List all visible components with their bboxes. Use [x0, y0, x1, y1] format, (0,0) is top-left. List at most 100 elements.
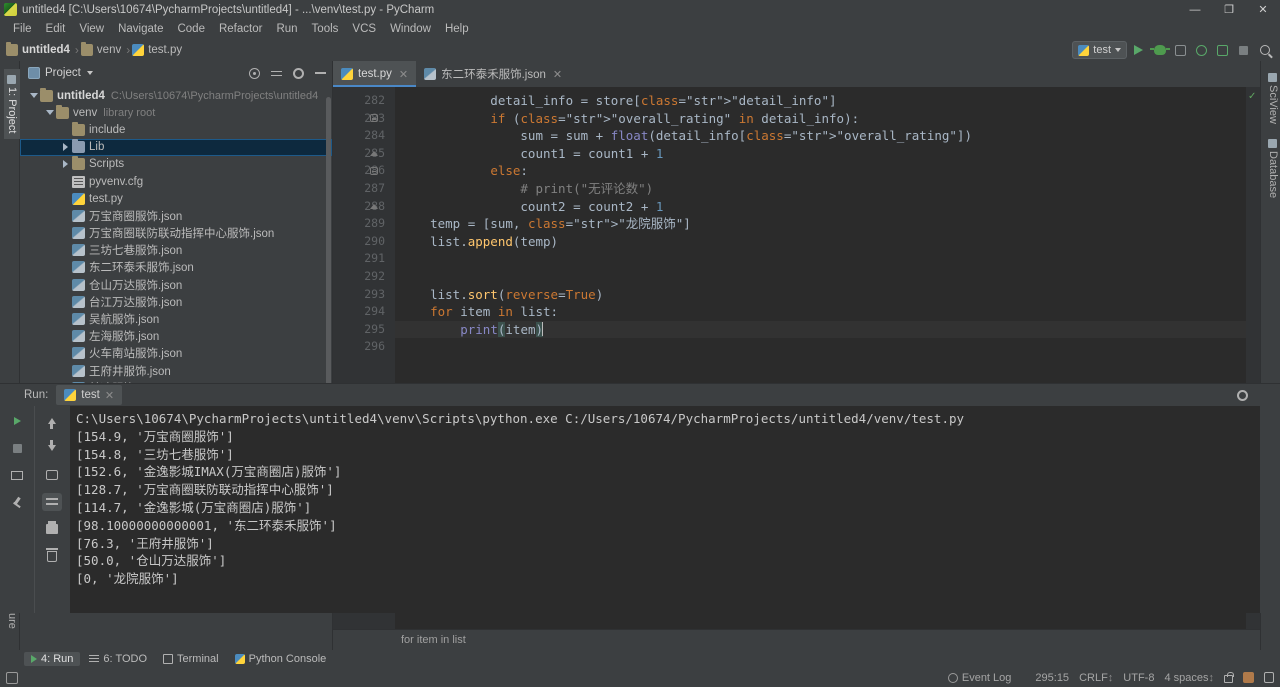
tree-item[interactable]: 东二环泰禾服饰.json: [20, 259, 332, 276]
debug-button[interactable]: [1149, 41, 1170, 60]
code-line[interactable]: # print("无评论数"): [395, 180, 1246, 198]
tree-item[interactable]: 火车南站服饰.json: [20, 345, 332, 362]
tree-item[interactable]: include: [20, 121, 332, 138]
menu-run[interactable]: Run: [269, 21, 304, 37]
indent-setting[interactable]: 4 spaces↕: [1164, 672, 1214, 684]
editor-tab-test-py[interactable]: test.py ✕: [333, 61, 417, 87]
menu-view[interactable]: View: [72, 21, 111, 37]
bottom-tab-run[interactable]: 4: Run: [24, 652, 81, 666]
code-line[interactable]: temp = [sum, class="str">"龙院服饰"]: [395, 215, 1246, 233]
menu-edit[interactable]: Edit: [39, 21, 73, 37]
breadcrumb-untitled4[interactable]: untitled4: [6, 42, 70, 56]
menu-code[interactable]: Code: [170, 21, 212, 37]
close-icon[interactable]: ✕: [105, 389, 114, 402]
select-opened-file-button[interactable]: [246, 65, 262, 81]
code-line[interactable]: for item in list:: [395, 303, 1246, 321]
code-line[interactable]: sum = sum + float(detail_info[class="str…: [395, 127, 1246, 145]
run-settings-button[interactable]: [1234, 387, 1250, 403]
sidebar-item-database[interactable]: Database: [1265, 133, 1280, 204]
chevron-down-icon[interactable]: [86, 71, 93, 75]
code-line[interactable]: print(item): [395, 320, 1246, 339]
print-output-button[interactable]: [7, 466, 27, 484]
pin-tab-button[interactable]: [7, 493, 27, 511]
run-button[interactable]: [1129, 41, 1148, 60]
fold-collapse-icon[interactable]: [368, 110, 379, 128]
chevron-down-icon[interactable]: [44, 107, 55, 118]
tree-item[interactable]: 王府井服饰.json: [20, 362, 332, 379]
tree-item[interactable]: Lib: [20, 138, 332, 156]
stop-button[interactable]: [7, 439, 27, 457]
bottom-tab-todo[interactable]: 6: TODO: [82, 652, 154, 666]
hand-cursor-icon[interactable]: [1243, 672, 1254, 683]
maximize-button[interactable]: ❐: [1212, 0, 1246, 19]
menu-window[interactable]: Window: [383, 21, 438, 37]
tree-item[interactable]: Scripts: [20, 156, 332, 173]
fold-collapse-icon[interactable]: [368, 162, 379, 180]
encoding[interactable]: UTF-8: [1123, 672, 1154, 684]
tree-item[interactable]: 吴航服饰.json: [20, 310, 332, 327]
chevron-down-icon[interactable]: [28, 90, 39, 101]
breadcrumb-venv[interactable]: venv: [80, 42, 121, 56]
search-everywhere-button[interactable]: [1255, 41, 1274, 60]
code-line[interactable]: list.append(temp): [395, 233, 1246, 251]
code-line[interactable]: else:: [395, 162, 1246, 180]
tree-item[interactable]: venv library root: [20, 104, 332, 121]
run-console-output[interactable]: C:\Users\10674\PycharmProjects\untitled4…: [70, 406, 1260, 613]
code-line[interactable]: [395, 250, 1246, 268]
menu-vcs[interactable]: VCS: [345, 21, 383, 37]
profile-button[interactable]: [1192, 41, 1211, 60]
breadcrumb-testpy[interactable]: test.py: [132, 44, 182, 56]
code-line[interactable]: detail_info = store[class="str">"detail_…: [395, 92, 1246, 110]
clear-all-button[interactable]: [42, 547, 62, 565]
close-button[interactable]: ✕: [1246, 0, 1280, 19]
settings-button[interactable]: [290, 65, 306, 81]
event-log-button[interactable]: Event Log: [947, 672, 1011, 684]
menu-refactor[interactable]: Refactor: [212, 21, 269, 37]
tree-item[interactable]: 万宝商圈联防联动指挥中心服饰.json: [20, 225, 332, 242]
coverage-button[interactable]: [1171, 41, 1190, 60]
tree-item[interactable]: 台江万达服饰.json: [20, 293, 332, 310]
code-line[interactable]: [395, 268, 1246, 286]
run-tab-test[interactable]: test ✕: [56, 385, 123, 405]
tree-item[interactable]: 左海服饰.json: [20, 328, 332, 345]
chevron-right-icon[interactable]: [60, 159, 71, 170]
menu-tools[interactable]: Tools: [305, 21, 346, 37]
menu-file[interactable]: File: [6, 21, 39, 37]
run-with-console-button[interactable]: [1213, 41, 1232, 60]
code-line[interactable]: list.sort(reverse=True): [395, 286, 1246, 304]
caret-position[interactable]: 295:15: [1035, 672, 1069, 684]
rerun-button[interactable]: [7, 412, 27, 430]
code-line[interactable]: if (class="str">"overall_rating" in deta…: [395, 110, 1246, 128]
menu-navigate[interactable]: Navigate: [111, 21, 170, 37]
menu-help[interactable]: Help: [438, 21, 476, 37]
editor-tab-json[interactable]: 东二环泰禾服饰.json ✕: [416, 61, 570, 87]
bottom-tab-python-console[interactable]: Python Console: [228, 652, 334, 666]
tree-item[interactable]: untitled4 C:\Users\10674\PycharmProjects\…: [20, 87, 332, 104]
tree-item[interactable]: 万宝商圈服饰.json: [20, 207, 332, 224]
soft-wrap-button[interactable]: [42, 466, 62, 484]
lock-icon[interactable]: [1224, 671, 1234, 683]
down-stacktrace-button[interactable]: [42, 439, 62, 457]
bottom-tab-terminal[interactable]: Terminal: [156, 652, 226, 666]
scroll-to-end-button[interactable]: [41, 493, 62, 511]
fold-end-icon[interactable]: [368, 145, 379, 163]
code-line[interactable]: count2 = count2 + 1: [395, 198, 1246, 216]
chevron-right-icon[interactable]: [60, 142, 71, 153]
tree-item[interactable]: 三坊七巷服饰.json: [20, 242, 332, 259]
fold-end-icon[interactable]: [368, 198, 379, 216]
memory-indicator-icon[interactable]: [6, 671, 18, 684]
close-icon[interactable]: ✕: [399, 68, 408, 81]
sidebar-item-sciview[interactable]: SciView: [1265, 67, 1280, 130]
stop-button[interactable]: [1234, 41, 1253, 60]
up-stacktrace-button[interactable]: [42, 412, 62, 430]
tree-item[interactable]: test.py: [20, 190, 332, 207]
collapse-all-button[interactable]: [268, 65, 284, 81]
hide-panel-button[interactable]: [312, 65, 328, 81]
run-configuration-selector[interactable]: test: [1072, 41, 1127, 59]
minimize-button[interactable]: —: [1178, 0, 1212, 19]
tree-item[interactable]: pyvenv.cfg: [20, 173, 332, 190]
print-button[interactable]: [42, 520, 62, 538]
sidebar-item-project[interactable]: 1: Project: [4, 69, 20, 140]
code-line[interactable]: count1 = count1 + 1: [395, 145, 1246, 163]
tree-item[interactable]: 仓山万达服饰.json: [20, 276, 332, 293]
